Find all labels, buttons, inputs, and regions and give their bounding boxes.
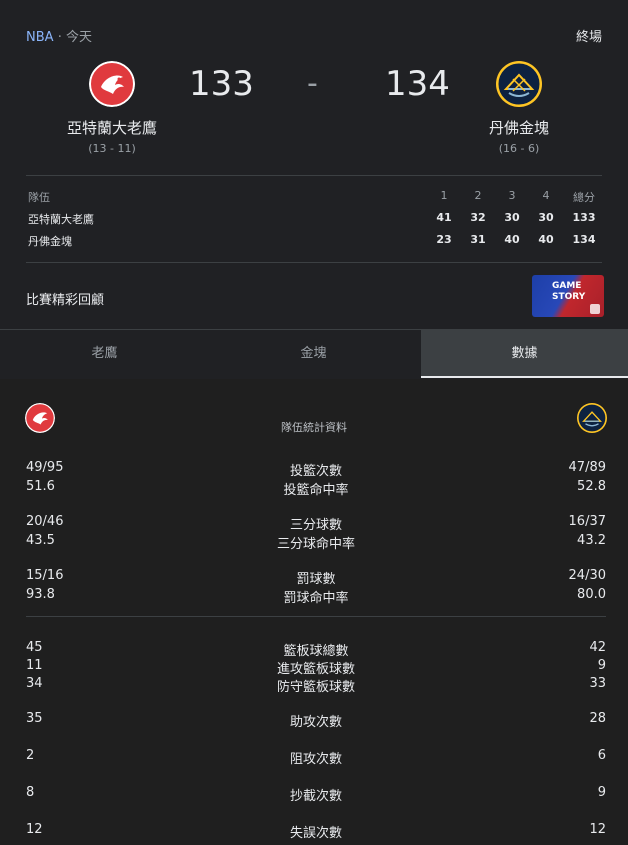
- tab-bar: 老鷹 金塊 數據: [0, 329, 628, 378]
- game-recap-label[interactable]: 比賽精彩回顧: [26, 289, 104, 308]
- col-q2: 2: [474, 189, 482, 202]
- tab-nuggets[interactable]: 金塊: [209, 330, 418, 378]
- stat-row: 8 抄截次數 9: [26, 785, 606, 804]
- col-total: 總分: [573, 191, 595, 204]
- line-score-q1: 23: [436, 233, 452, 246]
- stat-row: 34 防守籃板球數 33: [26, 676, 606, 695]
- stat-row: 45 籃板球總數 42: [26, 640, 606, 659]
- scoreboard: NBA · 今天 終場 133 - 134 亞特蘭大老鷹 (13 - 11) 丹…: [0, 0, 628, 330]
- stat-row: 15/16 罰球數 24/30: [26, 568, 606, 587]
- score-separator: -: [307, 66, 318, 101]
- game-recap-row[interactable]: 比賽精彩回顧 GAME STORY: [26, 262, 604, 328]
- stat-row: 11 進攻籃板球數 9: [26, 658, 606, 677]
- away-team-record: (16 - 6): [498, 142, 540, 155]
- line-score-q4: 30: [538, 211, 554, 224]
- line-score-q2: 32: [470, 211, 486, 224]
- team-stats-panel: 隊伍統計資料 49/95 投籃次數 47/89 51.6 投籃命中率 52.8 20/4…: [0, 379, 628, 845]
- stat-label: 進攻籃板球數: [276, 662, 355, 677]
- stat-label: 三分球數: [289, 518, 342, 533]
- stat-label: 失誤次數: [289, 826, 342, 841]
- home-team-record: (13 - 11): [88, 142, 136, 155]
- stat-row: 49/95 投籃次數 47/89: [26, 460, 606, 479]
- league-line: NBA · 今天: [26, 26, 92, 45]
- stat-row: 43.5 三分球命中率 43.2: [26, 533, 606, 552]
- stat-label: 罰球命中率: [283, 591, 349, 606]
- col-q3: 3: [508, 189, 516, 202]
- stat-label: 籃板球總數: [283, 644, 349, 659]
- stat-label: 三分球命中率: [276, 537, 355, 552]
- stat-away: 80.0: [577, 587, 606, 602]
- line-score-q3: 30: [504, 211, 520, 224]
- separator: ·: [57, 30, 62, 45]
- hawks-logo-icon[interactable]: [89, 61, 135, 107]
- stat-label: 防守籃板球數: [276, 680, 355, 695]
- line-score-row: 丹佛金塊 23 31 40 40 134: [26, 228, 602, 250]
- line-score-q2: 31: [470, 233, 486, 246]
- stats-divider: [26, 616, 606, 617]
- line-score-total: 133: [572, 211, 596, 224]
- stat-away: 9: [597, 785, 606, 800]
- line-score-q3: 40: [504, 233, 520, 246]
- team-stats-title: 隊伍統計資料: [281, 421, 347, 434]
- stat-label: 投籃命中率: [283, 483, 349, 498]
- col-q1: 1: [440, 189, 448, 202]
- story-play-icon: [590, 304, 600, 314]
- home-score: 133: [189, 64, 254, 104]
- stat-label: 阻攻次數: [289, 752, 342, 767]
- stat-away: 28: [589, 711, 606, 726]
- stat-label: 投籃次數: [289, 464, 342, 479]
- stat-label: 助攻次數: [289, 715, 342, 730]
- col-q4: 4: [542, 189, 550, 202]
- stat-away: 6: [597, 748, 606, 763]
- away-team-name[interactable]: 丹佛金塊: [439, 117, 599, 138]
- stat-away: 24/30: [568, 568, 606, 583]
- stat-away: 33: [589, 676, 606, 691]
- nuggets-logo-icon: [577, 403, 607, 433]
- away-score: 134: [385, 64, 450, 104]
- stat-row: 93.8 罰球命中率 80.0: [26, 587, 606, 606]
- line-score-team: 丹佛金塊: [28, 235, 72, 248]
- stat-row: 12 失誤次數 12: [26, 822, 606, 841]
- tab-stats[interactable]: 數據: [421, 330, 628, 378]
- col-team: 隊伍: [28, 191, 50, 204]
- stat-label: 抄截次數: [289, 789, 342, 804]
- stat-row: 20/46 三分球數 16/37: [26, 514, 606, 533]
- stat-away: 16/37: [568, 514, 606, 529]
- stat-away: 43.2: [577, 533, 606, 548]
- game-story-line-2: STORY: [552, 292, 586, 302]
- line-score-header: 隊伍 1 2 3 4 總分: [26, 184, 602, 206]
- line-score-total: 134: [572, 233, 596, 246]
- stat-row: 51.6 投籃命中率 52.8: [26, 479, 606, 498]
- line-score-team: 亞特蘭大老鷹: [28, 213, 94, 226]
- line-score-q1: 41: [436, 211, 452, 224]
- line-score-q4: 40: [538, 233, 554, 246]
- stat-away: 52.8: [577, 479, 606, 494]
- game-story-line-1: GAME: [552, 281, 582, 291]
- stat-away: 12: [589, 822, 606, 837]
- game-status: 終場: [575, 30, 602, 45]
- home-team-name[interactable]: 亞特蘭大老鷹: [32, 117, 192, 138]
- stat-away: 42: [589, 640, 606, 655]
- league-link[interactable]: NBA: [26, 30, 54, 45]
- stat-row: 2 阻攻次數 6: [26, 748, 606, 767]
- game-story-thumbnail[interactable]: GAME STORY: [532, 275, 604, 317]
- stat-label: 罰球數: [296, 572, 336, 587]
- stat-away: 47/89: [568, 460, 606, 475]
- tab-hawks[interactable]: 老鷹: [0, 330, 209, 378]
- stat-away: 9: [597, 658, 606, 673]
- game-story-text: GAME STORY: [552, 281, 585, 303]
- stat-row: 35 助攻次數 28: [26, 711, 606, 730]
- game-day: 今天: [65, 30, 92, 45]
- line-score-row: 亞特蘭大老鷹 41 32 30 30 133: [26, 206, 602, 228]
- line-score-table: 隊伍 1 2 3 4 總分 亞特蘭大老鷹 41 32 30 30 133 丹佛金…: [26, 175, 602, 250]
- nuggets-logo-icon[interactable]: [496, 61, 542, 107]
